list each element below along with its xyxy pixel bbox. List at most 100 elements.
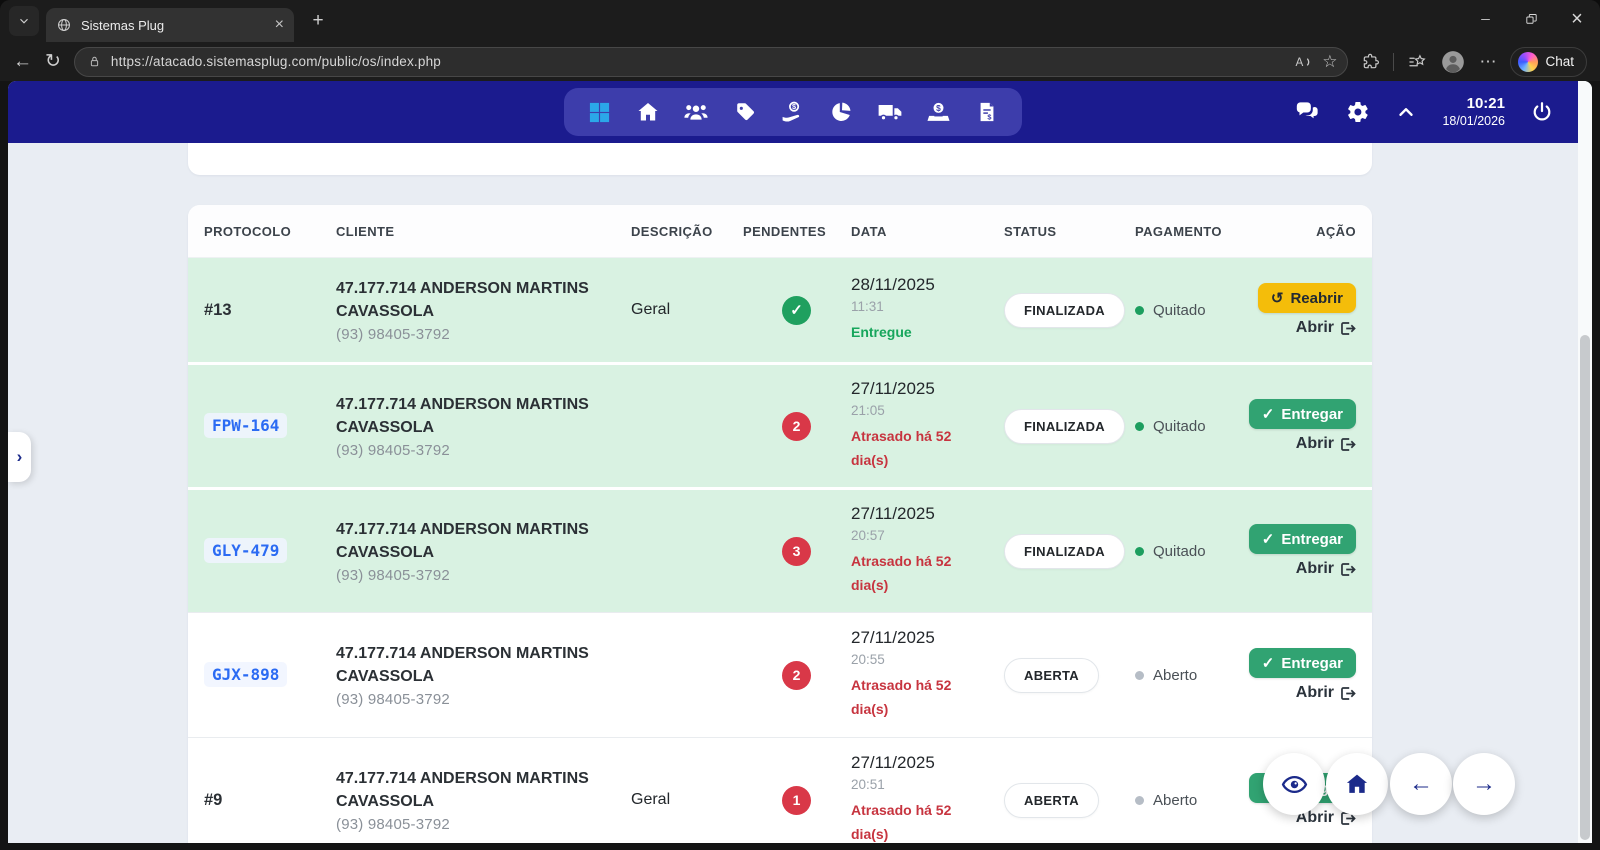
hand-dollar-icon[interactable]: $ — [780, 99, 806, 125]
url-text[interactable]: https://atacado.sistemasplug.com/public/… — [111, 54, 1284, 69]
deliver-label: Entregar — [1281, 406, 1343, 423]
settings-menu-icon[interactable]: ⋯ — [1479, 52, 1497, 72]
pending-count-badge: 1 — [782, 786, 811, 815]
open-label: Abrir — [1296, 435, 1334, 453]
open-label: Abrir — [1296, 560, 1334, 578]
nav-menu-pill: $ — [564, 88, 1022, 136]
close-button[interactable]: × — [1554, 0, 1600, 38]
chat-bubbles-icon[interactable] — [1294, 99, 1321, 126]
order-date: 27/11/2025 — [851, 753, 1004, 773]
tab-actions-button[interactable] — [9, 6, 39, 36]
time-label: 10:21 — [1442, 95, 1505, 114]
check-icon: ✓ — [1262, 407, 1275, 422]
deliver-button[interactable]: ✓ Entregar — [1249, 648, 1356, 678]
col-data: DATA — [851, 224, 1004, 239]
home-icon — [1344, 771, 1370, 797]
power-icon[interactable] — [1530, 100, 1554, 124]
open-label: Abrir — [1296, 684, 1334, 702]
payment-label: Quitado — [1153, 418, 1206, 435]
order-date: 27/11/2025 — [851, 628, 1004, 648]
customers-icon[interactable] — [683, 99, 709, 125]
deliver-label: Entregar — [1281, 655, 1343, 672]
overdue-note: Atrasado há 52 dia(s) — [851, 425, 963, 473]
read-aloud-icon[interactable]: A — [1293, 52, 1313, 72]
back-icon[interactable]: ← — [13, 52, 32, 71]
status-badge: FINALIZADA — [1004, 409, 1125, 444]
payment-label: Aberto — [1153, 792, 1197, 809]
favorite-star-icon[interactable]: ☆ — [1322, 52, 1337, 72]
profile-avatar[interactable] — [1440, 49, 1466, 75]
chat-label: Chat — [1545, 54, 1574, 69]
deliver-button[interactable]: ✓ Entregar — [1249, 524, 1356, 554]
favorites-hub-icon[interactable] — [1407, 52, 1427, 72]
deliver-label: Entregar — [1281, 531, 1343, 548]
gear-icon[interactable] — [1346, 100, 1370, 124]
next-page-fab[interactable]: → — [1453, 753, 1515, 815]
box-arrow-right-icon — [1339, 685, 1356, 702]
extensions-icon[interactable] — [1361, 52, 1380, 71]
client-name: 47.177.714 ANDERSON MARTINS CAVASSOLA — [336, 767, 631, 813]
protocol-chip[interactable]: GJX-898 — [204, 662, 287, 687]
open-label: Abrir — [1296, 319, 1334, 337]
client-name: 47.177.714 ANDERSON MARTINS CAVASSOLA — [336, 642, 631, 688]
col-protocolo: PROTOCOLO — [204, 224, 336, 239]
client-phone: (93) 98405-3792 — [336, 567, 631, 584]
payment-dot — [1135, 671, 1144, 680]
table-row: FPW-164 47.177.714 ANDERSON MARTINS CAVA… — [188, 362, 1372, 487]
url-field[interactable]: https://atacado.sistemasplug.com/public/… — [74, 47, 1349, 77]
invoice-icon[interactable]: $ — [974, 99, 1000, 125]
order-time: 20:55 — [851, 652, 1004, 667]
collapse-chevron-icon[interactable] — [1395, 101, 1417, 123]
truck-icon[interactable] — [877, 99, 903, 125]
protocol-label: #13 — [204, 301, 232, 319]
globe-icon — [56, 17, 72, 33]
home-icon[interactable] — [635, 99, 661, 125]
scrollbar-thumb[interactable] — [1580, 335, 1590, 840]
copilot-logo-icon — [1518, 52, 1538, 72]
view-fab[interactable] — [1263, 753, 1325, 815]
restore-button[interactable] — [1508, 0, 1554, 38]
tag-icon[interactable] — [732, 99, 758, 125]
page-scrollbar[interactable] — [1578, 81, 1592, 843]
pie-chart-icon[interactable] — [828, 99, 854, 125]
svg-text:$: $ — [936, 102, 941, 112]
sidebar-expander[interactable]: › — [8, 432, 31, 482]
copilot-chat-button[interactable]: Chat — [1510, 47, 1587, 77]
open-link[interactable]: Abrir — [1296, 435, 1356, 453]
windows-icon[interactable] — [586, 99, 612, 125]
order-time: 21:05 — [851, 403, 1004, 418]
client-name: 47.177.714 ANDERSON MARTINS CAVASSOLA — [336, 393, 631, 439]
minimize-button[interactable] — [1462, 0, 1508, 38]
description: Geral — [631, 791, 743, 809]
reopen-button[interactable]: ↺ Reabrir — [1258, 283, 1356, 313]
order-date: 27/11/2025 — [851, 379, 1004, 399]
deposit-icon[interactable]: $ — [925, 99, 951, 125]
minimize-icon — [1479, 13, 1492, 26]
orders-table-card: PROTOCOLO CLIENTE DESCRIÇÃO PENDENTES DA… — [188, 205, 1372, 843]
svg-text:A: A — [1296, 56, 1304, 69]
col-pagamento: PAGAMENTO — [1135, 224, 1316, 239]
undo-icon: ↺ — [1271, 291, 1284, 306]
payment-dot — [1135, 547, 1144, 556]
client-name: 47.177.714 ANDERSON MARTINS CAVASSOLA — [336, 518, 631, 564]
protocol-chip[interactable]: GLY-479 — [204, 538, 287, 563]
order-date: 28/11/2025 — [851, 275, 1004, 295]
protocol-chip[interactable]: FPW-164 — [204, 413, 287, 438]
new-tab-button[interactable]: + — [304, 7, 332, 35]
open-link[interactable]: Abrir — [1296, 684, 1356, 702]
col-cliente: CLIENTE — [336, 224, 631, 239]
overdue-note: Atrasado há 52 dia(s) — [851, 550, 963, 598]
payment-label: Quitado — [1153, 543, 1206, 560]
browser-tab[interactable]: Sistemas Plug × — [46, 8, 294, 42]
open-link[interactable]: Abrir — [1296, 319, 1356, 337]
reopen-label: Reabrir — [1290, 290, 1343, 307]
previous-page-fab[interactable]: ← — [1390, 753, 1452, 815]
open-link[interactable]: Abrir — [1296, 560, 1356, 578]
tab-close-icon[interactable]: × — [275, 17, 284, 33]
home-fab[interactable] — [1326, 753, 1388, 815]
status-badge: ABERTA — [1004, 658, 1099, 693]
reload-icon[interactable]: ↻ — [45, 52, 61, 71]
check-icon: ✓ — [1262, 532, 1275, 547]
deliver-button[interactable]: ✓ Entregar — [1249, 399, 1356, 429]
client-phone: (93) 98405-3792 — [336, 442, 631, 459]
